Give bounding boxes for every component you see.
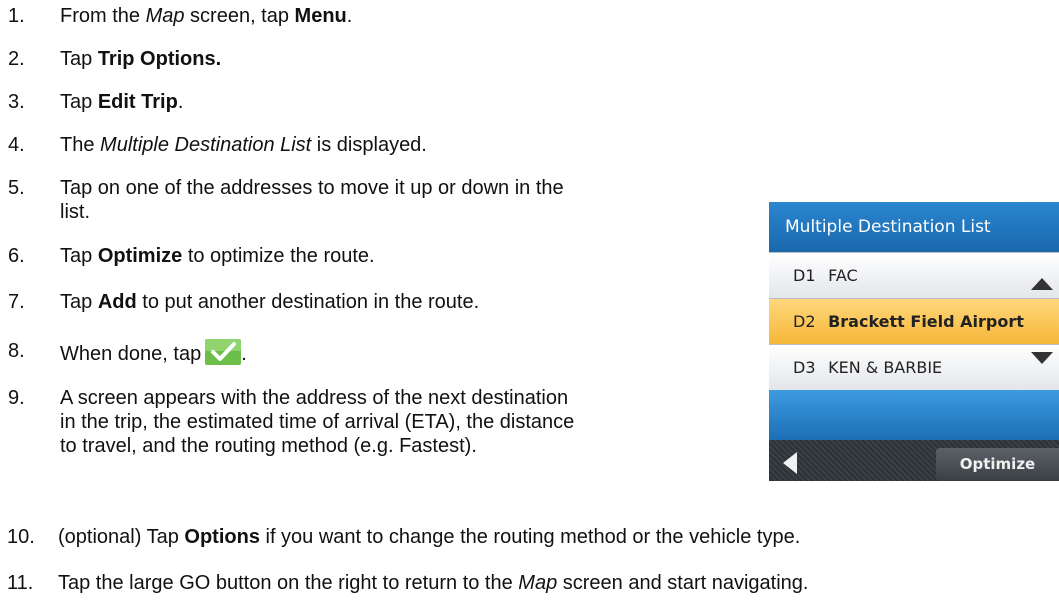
destination-row-d2[interactable]: D2 Brackett Field Airport — [769, 298, 1059, 344]
checkmark-icon — [205, 339, 242, 365]
step-text: A screen appears with the address of the… — [60, 387, 575, 457]
back-arrow-icon[interactable] — [783, 452, 797, 474]
step-number: 8. — [8, 340, 25, 362]
step-number: 4. — [8, 134, 25, 156]
empty-list-area — [769, 390, 1059, 440]
destination-code: D1 — [793, 266, 816, 285]
step-text: Tap Optimize to optimize the route. — [60, 245, 375, 267]
step-text: When done, tap . — [60, 339, 247, 366]
device-title: Multiple Destination List — [769, 202, 1059, 252]
scroll-up-icon[interactable] — [1031, 278, 1053, 290]
step-number: 9. — [8, 387, 25, 409]
step-text: Tap Trip Options. — [60, 48, 222, 70]
step-number: 5. — [8, 177, 25, 199]
step-text: The Multiple Destination List is display… — [60, 134, 427, 156]
destination-name: KEN & BARBIE — [828, 358, 943, 377]
destination-row-d1[interactable]: D1 FAC — [769, 252, 1059, 298]
step-text: Tap the large GO button on the right to … — [58, 572, 809, 594]
step-number: 2. — [8, 48, 25, 70]
destination-name: Brackett Field Airport — [828, 312, 1024, 331]
step-number: 7. — [8, 291, 25, 313]
step-number: 1. — [8, 5, 25, 27]
destination-code: D3 — [793, 358, 816, 377]
step-number: 11. — [7, 572, 34, 594]
step-number: 3. — [8, 91, 25, 113]
step-text: From the Map screen, tap Menu. — [60, 5, 353, 27]
destination-row-d3[interactable]: D3 KEN & BARBIE — [769, 344, 1059, 390]
scroll-down-icon[interactable] — [1031, 352, 1053, 364]
destination-name: FAC — [828, 266, 858, 285]
device-screenshot: Multiple Destination List D1 FAC D2 Brac… — [769, 202, 1059, 481]
step-text: Tap Edit Trip. — [60, 91, 184, 113]
step-number: 6. — [8, 245, 25, 267]
step-text: Tap Add to put another destination in th… — [60, 291, 480, 313]
step-text: (optional) Tap Options if you want to ch… — [58, 526, 801, 548]
optimize-button[interactable]: Optimize — [936, 448, 1059, 481]
destination-code: D2 — [793, 312, 816, 331]
step-text: Tap on one of the addresses to move it u… — [60, 177, 564, 223]
step-number: 10. — [7, 526, 35, 548]
